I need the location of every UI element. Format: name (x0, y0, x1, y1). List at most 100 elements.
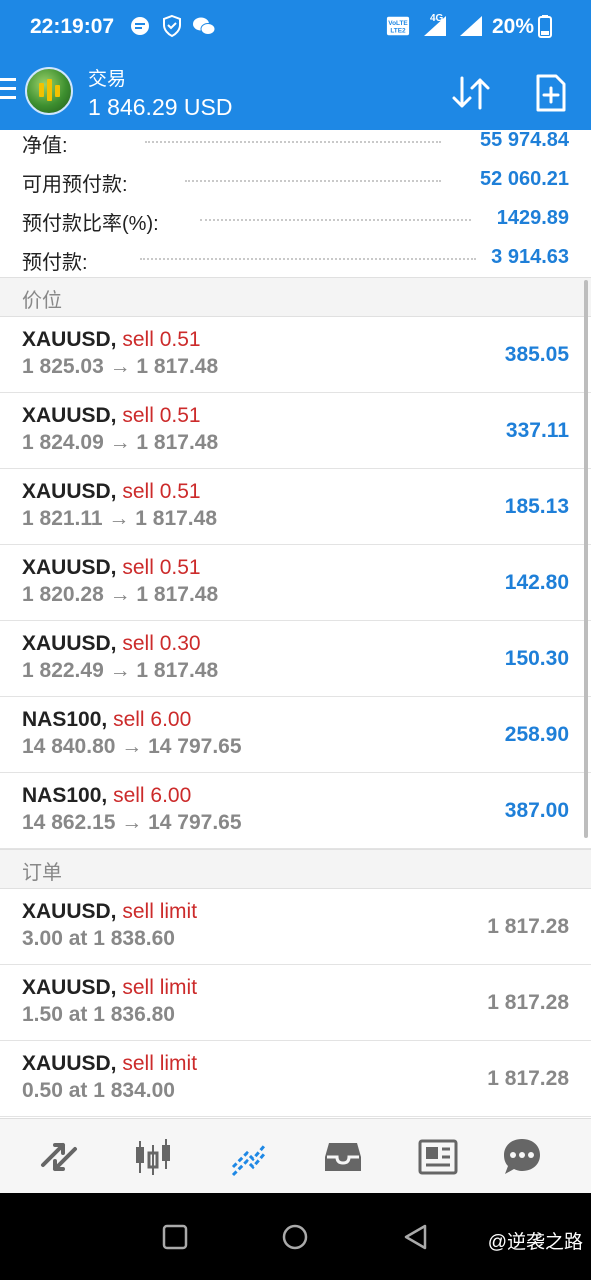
home-icon[interactable] (281, 1223, 309, 1251)
app-logo (25, 67, 73, 115)
position-profit: 142.80 (504, 571, 569, 594)
symbol-name: XAUUSD, (22, 900, 117, 923)
symbol-name: XAUUSD, (22, 480, 117, 503)
menu-icon[interactable] (0, 78, 18, 104)
status-time: 22:19:07 (30, 15, 115, 38)
network-label: 4G (430, 13, 444, 24)
position-profit: 185.13 (504, 495, 569, 518)
order-side: sell 6.00 (113, 708, 192, 731)
order-row[interactable]: XAUUSD, sell limit 1.50 at 1 836.80 1 817.… (0, 965, 591, 1041)
summary-equity: 净值: 55 974.84 (0, 130, 591, 160)
order-current-price: 1 817.28 (487, 991, 569, 1014)
scrollbar[interactable] (584, 280, 588, 838)
trade-list[interactable]: 净值: 55 974.84 可用预付款: 52 060.21 预付款比率(%):… (0, 130, 591, 1118)
battery-percent: 20% (492, 15, 535, 38)
price-range: 1 820.28 → 1 817.48 (22, 583, 219, 606)
symbol-name: XAUUSD, (22, 404, 117, 427)
price-range: 1 822.49 → 1 817.48 (22, 659, 219, 682)
order-side: sell 0.51 (122, 480, 201, 503)
order-side: sell 0.30 (122, 632, 201, 655)
order-row[interactable]: XAUUSD, sell limit 0.50 at 1 834.00 1 817.… (0, 1041, 591, 1117)
price-range: 1 821.11 → 1 817.48 (22, 507, 217, 530)
summary-free-margin: 可用预付款: 52 060.21 (0, 160, 591, 199)
chart-icon[interactable] (131, 1135, 175, 1179)
position-profit: 258.90 (504, 723, 569, 746)
position-row[interactable]: XAUUSD, sell 0.51 1 824.09 → 1 817.48 337.… (0, 393, 591, 469)
position-symbol: XAUUSD, sell 0.51 (22, 328, 201, 352)
order-detail: 3.00 at 1 838.60 (22, 927, 175, 950)
summary-label: 预付款: (22, 252, 88, 274)
position-row[interactable]: XAUUSD, sell 0.51 1 825.03 → 1 817.48 385.… (0, 317, 591, 393)
order-side: sell limit (122, 976, 198, 999)
summary-margin-level: 预付款比率(%): 1429.89 (0, 199, 591, 238)
order-detail: 1.50 at 1 836.80 (22, 1003, 175, 1026)
symbol-name: XAUUSD, (22, 556, 117, 579)
trade-icon[interactable] (227, 1135, 271, 1179)
order-side: sell limit (122, 1052, 198, 1075)
position-symbol: NAS100, sell 6.00 (22, 784, 191, 808)
order-symbol: XAUUSD, sell limit (22, 976, 197, 1000)
app-toolbar: 交易 1 846.29 USD (0, 54, 591, 130)
position-row[interactable]: XAUUSD, sell 0.30 1 822.49 → 1 817.48 150.… (0, 621, 591, 697)
position-row[interactable]: NAS100, sell 6.00 14 862.15 → 14 797.65 38… (0, 773, 591, 849)
position-row[interactable]: XAUUSD, sell 0.51 1 821.11 → 1 817.48 185.… (0, 469, 591, 545)
position-symbol: XAUUSD, sell 0.30 (22, 632, 201, 656)
price-range: 1 825.03 → 1 817.48 (22, 355, 219, 378)
position-row[interactable]: NAS100, sell 6.00 14 840.80 → 14 797.65 25… (0, 697, 591, 773)
section-title: 订单 (22, 862, 62, 884)
order-detail: 0.50 at 1 834.00 (22, 1079, 175, 1102)
svg-text:LTE2: LTE2 (390, 27, 406, 34)
new-order-icon[interactable] (530, 72, 572, 114)
position-profit: 387.00 (504, 799, 569, 822)
order-side: sell 0.51 (122, 404, 201, 427)
system-nav-bar: @逆袭之路 (0, 1193, 591, 1280)
order-side: sell 0.51 (122, 556, 201, 579)
section-title: 价位 (22, 290, 62, 312)
news-icon[interactable] (416, 1135, 460, 1179)
order-row[interactable]: XAUUSD, sell limit 3.00 at 1 838.60 1 817.… (0, 889, 591, 965)
summary-label: 预付款比率(%): (22, 213, 159, 235)
summary-value: 1429.89 (496, 207, 569, 229)
symbol-name: XAUUSD, (22, 1052, 117, 1075)
price-range: 14 840.80 → 14 797.65 (22, 735, 242, 758)
summary-value: 52 060.21 (480, 168, 569, 190)
position-symbol: XAUUSD, sell 0.51 (22, 556, 201, 580)
order-side: sell 6.00 (113, 784, 192, 807)
quotes-icon[interactable] (37, 1135, 81, 1179)
order-current-price: 1 817.28 (487, 915, 569, 938)
order-side: sell 0.51 (122, 328, 201, 351)
orders-header: 订单 (0, 849, 591, 889)
messages-icon[interactable] (500, 1135, 544, 1179)
position-symbol: NAS100, sell 6.00 (22, 708, 191, 732)
watermark: @逆袭之路 (487, 1232, 583, 1253)
status-bar: 22:19:07 VoLTE LTE2 4G 20% (0, 0, 591, 54)
back-icon[interactable] (401, 1223, 429, 1251)
wechat-icon (193, 17, 216, 35)
position-profit: 150.30 (504, 647, 569, 670)
shield-icon (163, 14, 181, 38)
order-symbol: XAUUSD, sell limit (22, 1052, 197, 1076)
account-balance: 1 846.29 USD (88, 94, 233, 120)
summary-margin: 预付款: 3 914.63 (0, 238, 591, 277)
positions-header: 价位 (0, 277, 591, 317)
bottom-nav (0, 1118, 591, 1194)
order-symbol: XAUUSD, sell limit (22, 900, 197, 924)
symbol-name: XAUUSD, (22, 632, 117, 655)
price-range: 14 862.15 → 14 797.65 (22, 811, 242, 834)
position-row[interactable]: XAUUSD, sell 0.51 1 820.28 → 1 817.48 142.… (0, 545, 591, 621)
recents-icon[interactable] (161, 1223, 189, 1251)
order-current-price: 1 817.28 (487, 1067, 569, 1090)
volte-icon: VoLTELTE2 (386, 16, 410, 36)
sort-icon[interactable] (450, 72, 492, 114)
order-side: sell limit (122, 900, 198, 923)
chat-bubble-icon (131, 17, 149, 35)
battery-icon (538, 15, 552, 38)
history-icon[interactable] (321, 1135, 365, 1179)
price-range: 1 824.09 → 1 817.48 (22, 431, 219, 454)
position-symbol: XAUUSD, sell 0.51 (22, 404, 201, 428)
position-symbol: XAUUSD, sell 0.51 (22, 480, 201, 504)
svg-text:VoLTE: VoLTE (388, 20, 408, 27)
symbol-name: NAS100, (22, 708, 108, 731)
symbol-name: XAUUSD, (22, 976, 117, 999)
position-profit: 385.05 (504, 343, 569, 366)
